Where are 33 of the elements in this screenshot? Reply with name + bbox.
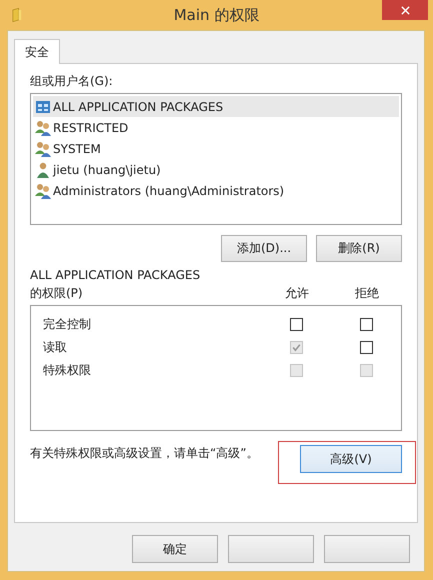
dialog-button[interactable]: 删除(R) — [316, 235, 402, 262]
group-list-item[interactable]: jietu (huang\jietu) — [33, 159, 399, 180]
column-header: 允许 — [284, 285, 310, 302]
close-icon — [400, 6, 410, 14]
column-header: 拒绝 — [354, 285, 380, 302]
group-list-label: 组或用户名(G): — [30, 73, 114, 89]
tab[interactable]: 安全 — [14, 39, 60, 64]
package-icon — [35, 98, 51, 114]
advanced-button[interactable]: 高级(V) — [300, 445, 402, 473]
user-icon — [35, 162, 51, 178]
checkbox[interactable] — [360, 341, 372, 354]
users-icon — [35, 120, 51, 136]
checkbox[interactable] — [360, 318, 372, 331]
dialog-button[interactable]: 添加(D)... — [221, 235, 307, 262]
permission-name: 特殊权限 — [42, 362, 92, 379]
group-list-item[interactable]: RESTRICTED — [33, 117, 399, 138]
dialog-button[interactable] — [228, 535, 314, 563]
group-list-item[interactable]: SYSTEM — [33, 138, 399, 159]
checkbox[interactable] — [290, 318, 302, 331]
group-list-item[interactable]: Administrators (huang\Administrators) — [33, 180, 399, 201]
users-icon — [35, 182, 51, 198]
dialog-button[interactable] — [324, 535, 410, 563]
close-button[interactable] — [382, 0, 428, 20]
permissions-label: ALL APPLICATION PACKAGES — [30, 267, 202, 284]
permissions-label: 的权限(P) — [30, 285, 84, 302]
users-icon — [35, 140, 51, 156]
ok-button[interactable]: 确定 — [132, 535, 218, 563]
permission-name: 读取 — [42, 339, 68, 356]
group-list-item[interactable]: ALL APPLICATION PACKAGES — [33, 96, 399, 117]
permission-name: 完全控制 — [42, 316, 92, 333]
window-title: Main 的权限 — [172, 6, 260, 24]
advanced-hint: 有关特殊权限或高级设置，请单击“高级”。 — [30, 445, 260, 462]
folder-icon — [12, 7, 22, 23]
